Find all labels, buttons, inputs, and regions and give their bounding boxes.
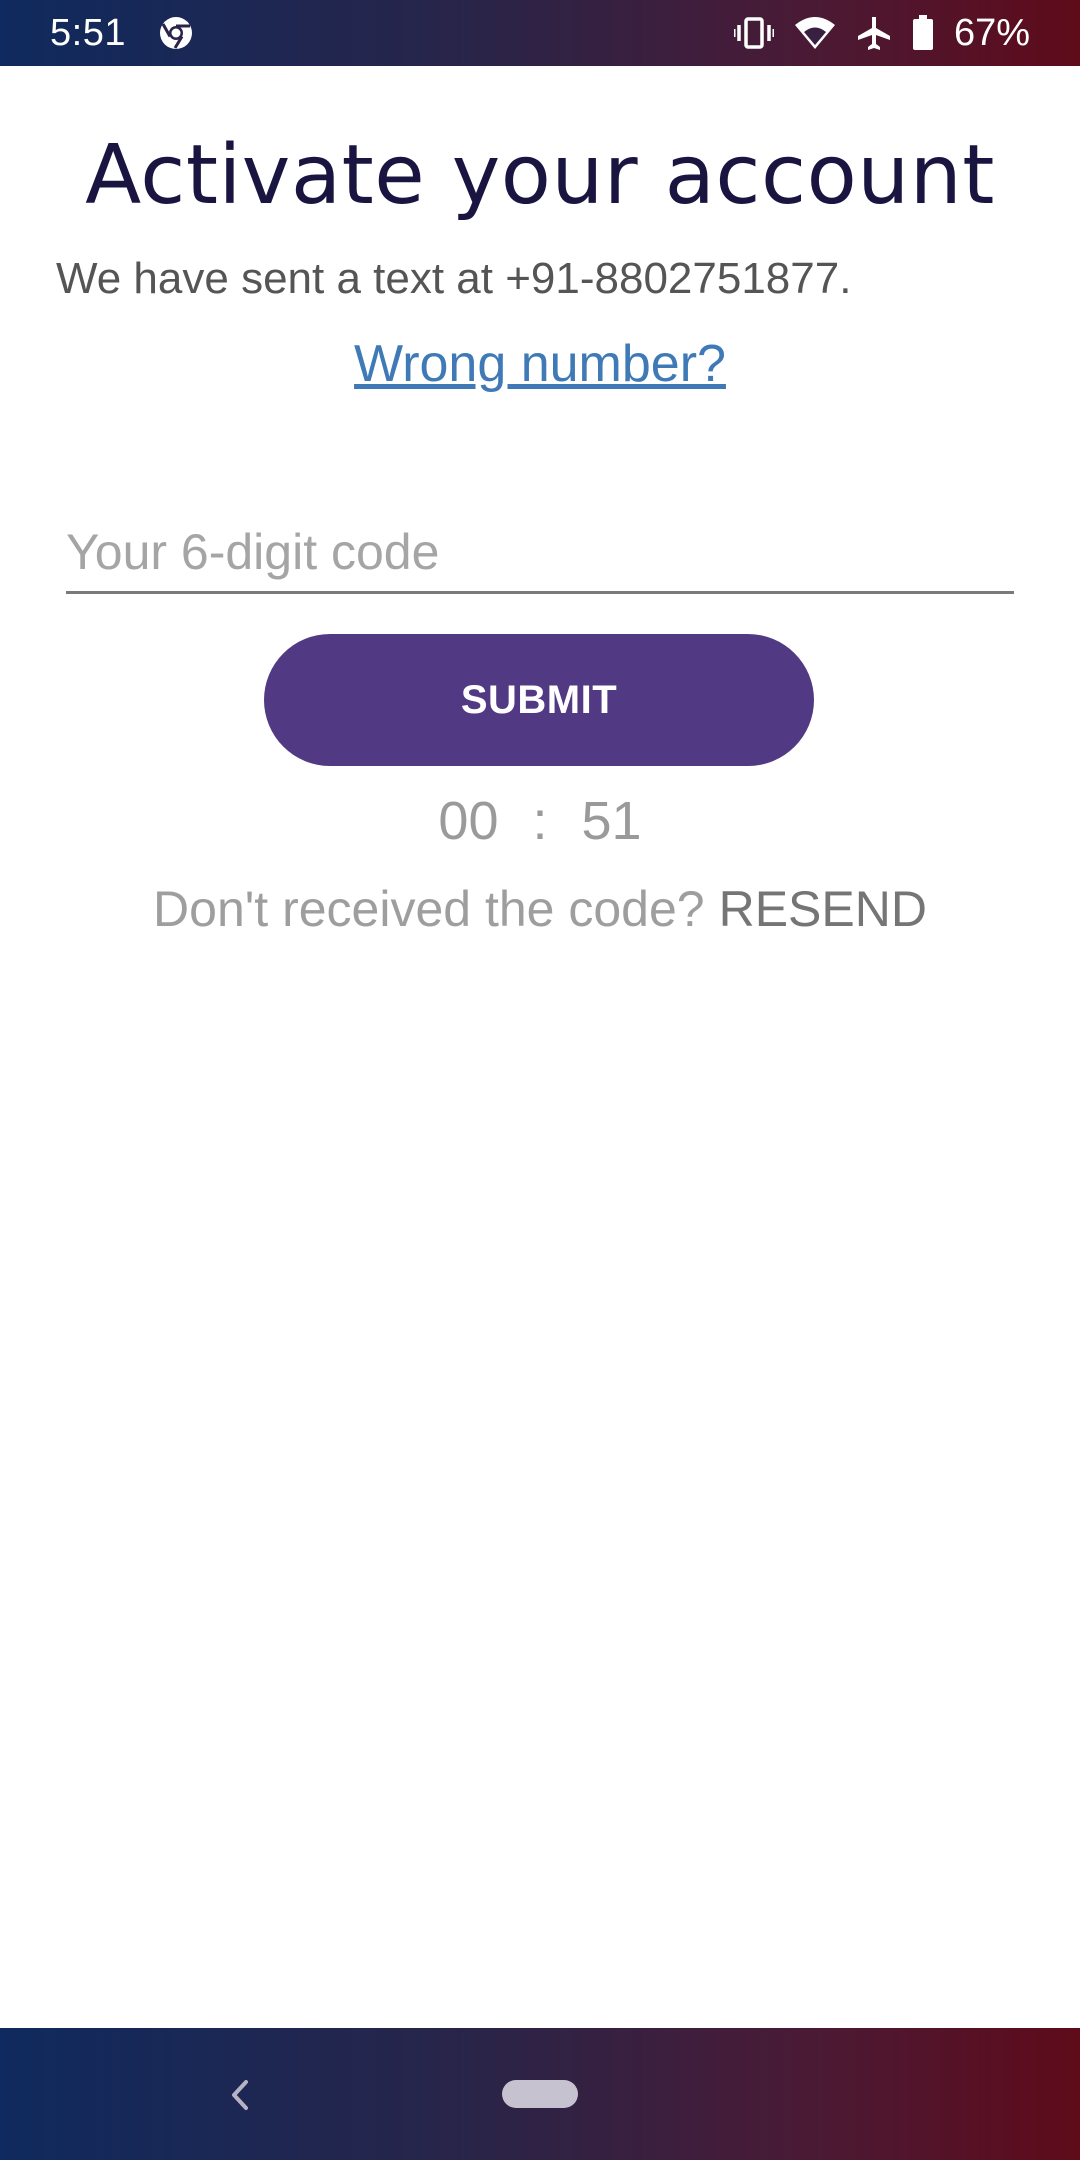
- vibrate-icon: [733, 15, 774, 51]
- code-input[interactable]: [66, 512, 1014, 594]
- status-icons: 67%: [733, 11, 1030, 55]
- timer-seconds: 51: [581, 791, 642, 851]
- activation-screen: 5:51 67% Activate your account We have s…: [0, 0, 1080, 2160]
- wrong-number-link[interactable]: Wrong number?: [0, 334, 1080, 394]
- timer-separator: :: [532, 791, 548, 851]
- battery-percent: 67%: [953, 11, 1030, 54]
- timer-minutes: 00: [438, 791, 499, 851]
- submit-button[interactable]: SUBMIT: [264, 634, 814, 766]
- wifi-icon: [794, 15, 836, 51]
- status-bar: 5:51 67%: [0, 0, 1080, 66]
- airplane-icon: [856, 15, 892, 51]
- back-icon[interactable]: [220, 2070, 260, 2120]
- navigation-bar: [0, 2028, 1080, 2160]
- resend-button[interactable]: RESEND: [719, 881, 927, 937]
- countdown-timer: 00 : 51: [0, 790, 1080, 852]
- battery-icon: [912, 15, 934, 51]
- page-title: Activate your account: [85, 128, 995, 223]
- resend-prompt: Don't received the code?: [153, 881, 705, 937]
- home-pill[interactable]: [502, 2080, 578, 2108]
- resend-row: Don't received the code? RESEND: [0, 880, 1080, 938]
- chrome-icon: [158, 15, 194, 51]
- status-time: 5:51: [50, 11, 126, 54]
- sent-text-message: We have sent a text at +91-8802751877.: [56, 254, 852, 303]
